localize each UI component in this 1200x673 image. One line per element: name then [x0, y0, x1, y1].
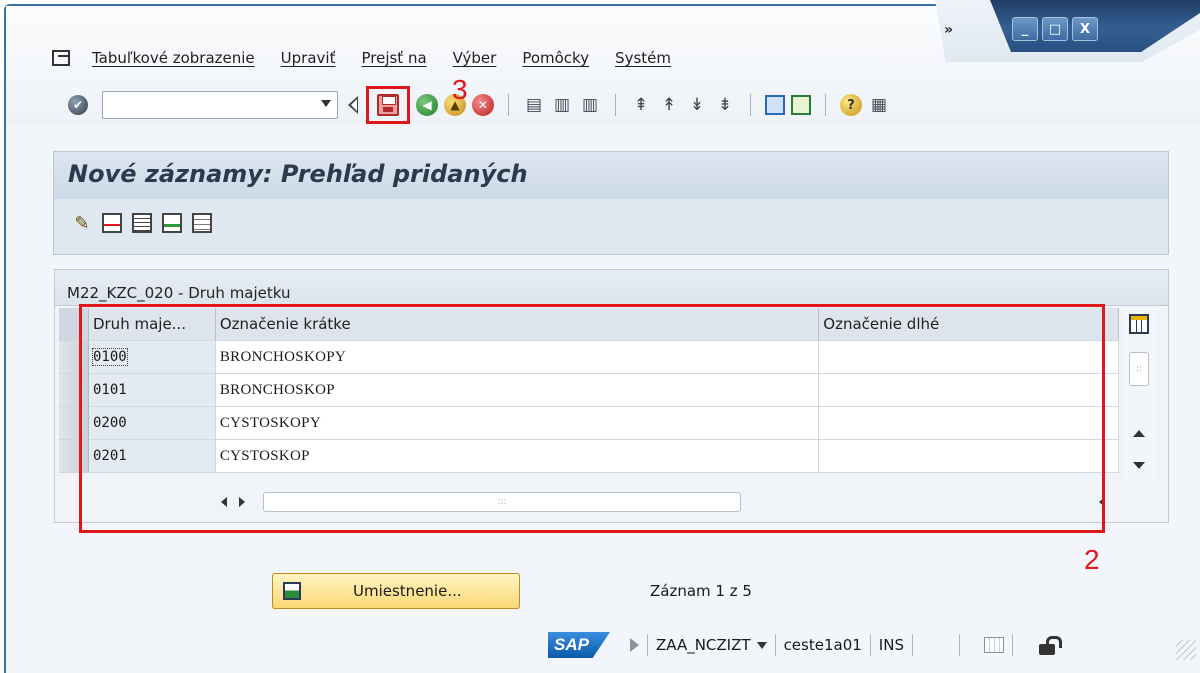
- annotation-label-3: 3: [452, 74, 468, 105]
- select-block-icon[interactable]: [162, 213, 182, 233]
- status-expand-icon[interactable]: [630, 638, 639, 652]
- annotation-label-2: 2: [1084, 544, 1100, 575]
- status-separator: [958, 634, 960, 656]
- menu-table-view[interactable]: Tabuľkové zobrazenie: [92, 49, 255, 67]
- table-highlight-box: [79, 304, 1105, 533]
- select-all-icon[interactable]: [132, 213, 152, 233]
- find-next-icon[interactable]: ▥: [579, 94, 601, 116]
- status-separator: [774, 634, 776, 656]
- insert-mode[interactable]: INS: [879, 636, 904, 654]
- vertical-scroll-thumb[interactable]: ::: [1129, 352, 1149, 386]
- scroll-down-icon[interactable]: [1133, 462, 1145, 469]
- enter-check-icon[interactable]: ✔: [68, 95, 88, 115]
- save-icon[interactable]: [377, 94, 399, 116]
- toolbar-separator: [825, 94, 826, 116]
- sap-logo: SAP: [548, 632, 610, 658]
- delete-entry-icon[interactable]: [102, 213, 122, 233]
- table-title: M22_KZC_020 - Druh majetku: [67, 284, 291, 302]
- command-field[interactable]: [102, 91, 338, 119]
- menu-system[interactable]: Systém: [615, 49, 671, 67]
- back-icon[interactable]: ◀: [416, 94, 438, 116]
- menu-bar: Tabuľkové zobrazenie Upraviť Prejsť na V…: [52, 46, 697, 70]
- standard-toolbar: ✔ ◀ ▲ ✕ ▤ ▥ ▥ ⇞ ↟ ↡ ⇟ ? ▦: [68, 86, 890, 124]
- status-separator: [911, 634, 913, 656]
- title-bar: Nové záznamy: Prehľad pridaných: [53, 151, 1169, 199]
- system-menu-icon[interactable]: [52, 50, 70, 66]
- unlock-icon[interactable]: [1038, 636, 1057, 655]
- toolbar-separator: [615, 94, 616, 116]
- position-icon: [283, 582, 301, 600]
- display-change-icon[interactable]: ✎: [72, 213, 92, 234]
- record-counter: Záznam 1 z 5: [650, 582, 752, 600]
- status-separator: [1011, 634, 1013, 656]
- status-bar: SAP ZAA_NCZIZT ceste1a01 INS: [548, 630, 1057, 660]
- menu-utilities[interactable]: Pomôcky: [522, 49, 589, 67]
- scroll-up-icon[interactable]: [1133, 430, 1145, 437]
- previous-page-icon[interactable]: ↟: [658, 94, 680, 116]
- collapse-arrow-icon[interactable]: [348, 96, 358, 114]
- menu-edit[interactable]: Upraviť: [281, 49, 336, 67]
- next-page-icon[interactable]: ↡: [686, 94, 708, 116]
- resize-grip[interactable]: [1176, 640, 1196, 660]
- menu-selection[interactable]: Výber: [453, 49, 497, 67]
- status-separator: [647, 634, 648, 656]
- server-name: ceste1a01: [783, 636, 862, 654]
- minimize-button[interactable]: _: [1012, 17, 1038, 41]
- save-highlight-box: [366, 86, 410, 124]
- status-separator: [869, 634, 871, 656]
- help-icon[interactable]: ?: [840, 94, 862, 116]
- first-page-icon[interactable]: ⇞: [630, 94, 652, 116]
- cancel-icon[interactable]: ✕: [472, 94, 494, 116]
- column-configuration-icon[interactable]: [1129, 314, 1149, 334]
- system-name[interactable]: ZAA_NCZIZT: [656, 636, 751, 654]
- close-button[interactable]: X: [1072, 17, 1098, 41]
- deselect-all-icon[interactable]: [192, 213, 212, 233]
- find-icon[interactable]: ▥: [551, 94, 573, 116]
- vertical-scrollbar[interactable]: [1123, 308, 1155, 486]
- last-page-icon[interactable]: ⇟: [714, 94, 736, 116]
- layout-menu-icon[interactable]: ▦: [868, 94, 890, 116]
- command-field-dropdown-icon[interactable]: [321, 100, 331, 107]
- system-dropdown-icon[interactable]: [756, 641, 767, 649]
- toolbar-separator: [508, 94, 509, 116]
- menu-goto[interactable]: Prejsť na: [361, 49, 426, 67]
- page-title: Nové záznamy: Prehľad pridaných: [68, 160, 528, 188]
- application-toolbar: ✎: [53, 199, 1169, 255]
- print-icon[interactable]: ▤: [523, 94, 545, 116]
- maximize-button[interactable]: □: [1042, 17, 1068, 41]
- toolbar-separator: [750, 94, 751, 116]
- keyboard-icon[interactable]: [983, 637, 1004, 653]
- position-button[interactable]: Umiestnenie...: [272, 573, 520, 609]
- create-shortcut-icon[interactable]: [791, 95, 811, 115]
- overflow-chevron-icon[interactable]: »: [944, 22, 953, 38]
- new-session-icon[interactable]: [765, 95, 785, 115]
- position-button-label: Umiestnenie...: [353, 582, 462, 600]
